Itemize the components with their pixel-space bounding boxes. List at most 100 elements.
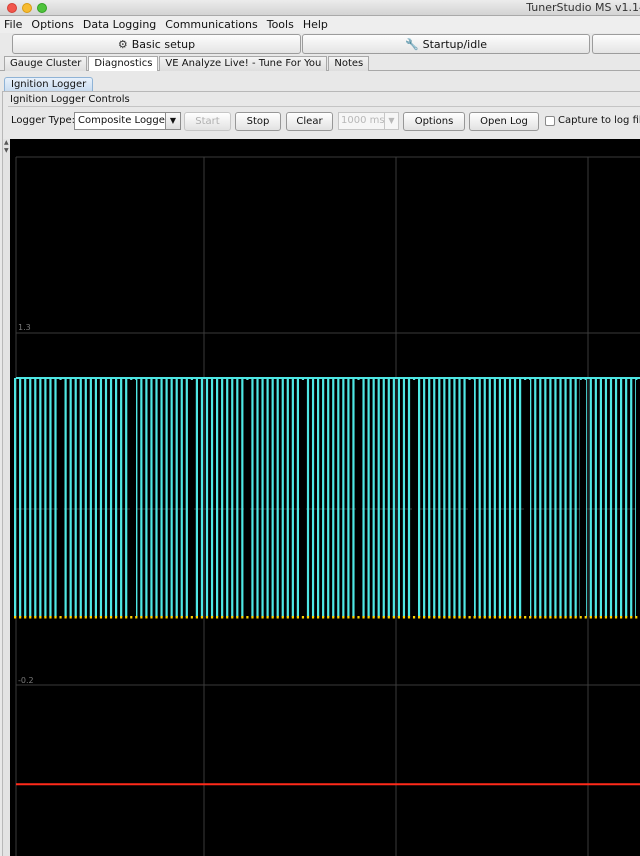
menu-bar: File Options Data Logging Communications… <box>0 16 640 33</box>
close-window-button[interactable] <box>7 3 17 13</box>
baseline-marker <box>160 616 163 619</box>
pulse-mark <box>241 378 244 617</box>
baseline-marker <box>64 616 67 619</box>
baseline-marker <box>524 616 527 619</box>
baseline-marker <box>170 616 173 619</box>
sample-rate-select[interactable]: 1000 ms ▼ <box>338 112 399 130</box>
baseline-marker <box>347 616 350 619</box>
capture-to-log-checkbox[interactable] <box>545 116 555 126</box>
baseline-marker <box>226 616 229 619</box>
toolbar-button-partial[interactable] <box>592 34 640 54</box>
menu-file[interactable]: File <box>4 18 22 31</box>
pulse-gap-7 <box>468 380 474 617</box>
pulse-mark <box>428 378 431 617</box>
pulse-mark <box>554 378 557 617</box>
pulse-mark <box>513 378 517 617</box>
baseline-marker <box>39 616 42 619</box>
tab-diagnostics[interactable]: Diagnostics <box>88 56 159 71</box>
menu-help[interactable]: Help <box>303 18 328 31</box>
menu-data-logging[interactable]: Data Logging <box>83 18 156 31</box>
split-pane-divider[interactable]: ▲ ▼ <box>3 139 10 856</box>
menu-communications[interactable]: Communications <box>165 18 257 31</box>
baseline-marker <box>125 616 128 619</box>
pulse-mark <box>185 378 188 617</box>
baseline-marker <box>554 616 557 619</box>
options-button[interactable]: Options <box>403 112 465 131</box>
pulse-mark <box>69 378 72 617</box>
pulse-mark <box>29 378 32 617</box>
baseline-marker <box>256 616 259 619</box>
baseline-marker <box>569 616 572 619</box>
logger-type-select[interactable]: Composite Logger ▼ <box>74 112 181 130</box>
baseline-marker <box>135 616 138 619</box>
zoom-window-button[interactable] <box>37 3 47 13</box>
baseline-marker <box>458 616 461 619</box>
baseline-marker <box>44 616 47 619</box>
baseline-marker <box>559 616 562 619</box>
pulse-mark <box>281 378 284 617</box>
startup-idle-button[interactable]: 🔧 Startup/idle <box>302 34 590 54</box>
baseline-marker <box>478 616 481 619</box>
baseline-marker <box>508 616 512 619</box>
start-button[interactable]: Start <box>184 112 231 131</box>
baseline-marker <box>327 616 330 619</box>
clear-button[interactable]: Clear <box>286 112 333 131</box>
baseline-marker <box>620 616 623 619</box>
baseline-marker <box>372 616 375 619</box>
pulse-mark <box>332 378 335 617</box>
open-log-button[interactable]: Open Log <box>469 112 539 131</box>
basic-setup-button[interactable]: ⚙ Basic setup <box>12 34 301 54</box>
pulse-mark <box>574 378 577 617</box>
pulse-mark <box>34 378 37 617</box>
pulse-mark <box>306 378 310 617</box>
baseline-marker <box>89 616 92 619</box>
baseline-marker <box>150 616 153 619</box>
sample-rate-value: 1000 ms <box>341 115 385 126</box>
pulse-mark <box>478 378 481 617</box>
pulse-mark <box>609 378 613 617</box>
baseline-marker <box>246 616 249 619</box>
pulse-mark <box>604 378 608 617</box>
y-tick-label: 1.3 <box>18 323 31 332</box>
menu-options[interactable]: Options <box>31 18 73 31</box>
expand-up-icon[interactable]: ▲ <box>4 139 9 146</box>
baseline-marker <box>84 616 87 619</box>
baseline-marker <box>392 616 395 619</box>
pulse-mark <box>397 378 400 617</box>
chevron-down-icon[interactable]: ▼ <box>165 113 180 129</box>
pulse-mark <box>150 378 153 617</box>
baseline-marker <box>468 616 471 619</box>
baseline-marker <box>412 616 416 619</box>
baseline-marker <box>493 616 496 619</box>
tab-notes[interactable]: Notes <box>328 56 370 71</box>
pulse-mark <box>296 378 299 617</box>
ignition-logger-chart[interactable]: 1.3 -0.2 <box>10 139 640 856</box>
pulse-mark <box>508 378 512 617</box>
stop-button[interactable]: Stop <box>235 112 281 131</box>
pulse-mark <box>498 378 501 617</box>
baseline-marker <box>54 616 57 619</box>
tab-gauge-cluster[interactable]: Gauge Cluster <box>4 56 88 71</box>
pulse-gap-6 <box>412 380 418 617</box>
tab-ignition-logger[interactable]: Ignition Logger <box>4 77 94 91</box>
pulse-mark <box>266 378 269 617</box>
chevron-down-icon[interactable]: ▼ <box>384 113 398 129</box>
pulse-mark <box>120 378 123 617</box>
baseline-marker <box>185 616 188 619</box>
pulse-mark <box>620 378 623 617</box>
menu-tools[interactable]: Tools <box>267 18 294 31</box>
controls-title: Ignition Logger Controls <box>10 94 130 105</box>
minimize-window-button[interactable] <box>22 3 32 13</box>
pulse-mark <box>175 378 178 617</box>
baseline-marker <box>120 616 123 619</box>
baseline-marker <box>418 616 421 619</box>
expand-down-icon[interactable]: ▼ <box>4 147 9 154</box>
logger-type-label: Logger Type: <box>11 115 75 126</box>
baseline-marker <box>498 616 501 619</box>
baseline-marker <box>104 616 108 619</box>
tab-ve-analyze[interactable]: VE Analyze Live! - Tune For You <box>159 56 328 71</box>
window-title: TunerStudio MS v1.14 <box>526 1 640 14</box>
pulse-mark <box>458 378 461 617</box>
baseline-marker <box>443 616 446 619</box>
baseline-marker <box>448 616 451 619</box>
